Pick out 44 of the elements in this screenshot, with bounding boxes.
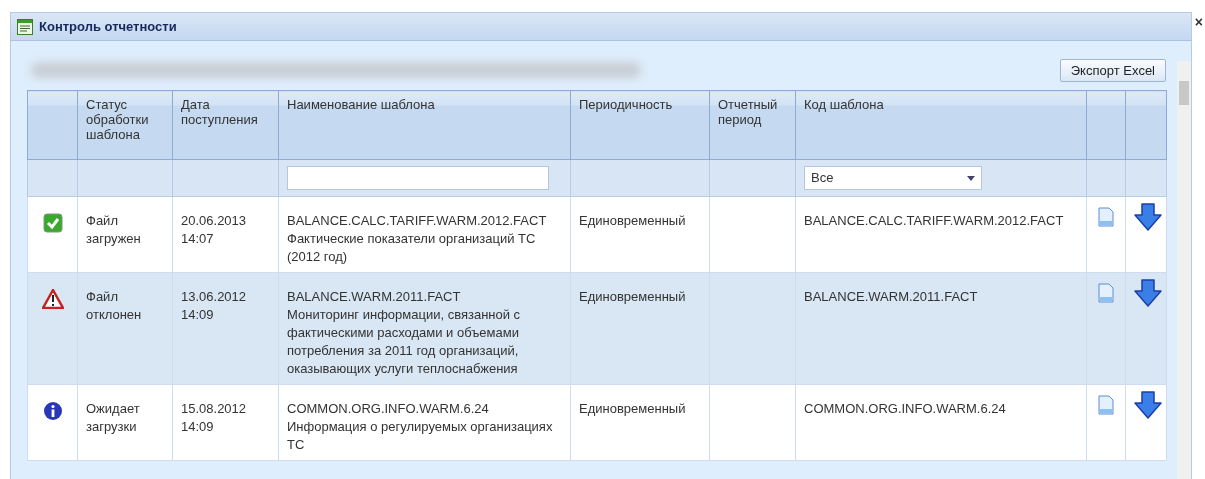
document-icon[interactable]: [1098, 207, 1114, 227]
table-cell: BALANCE.WARM.2011.FACT Мониторинг информации, связанной с фактическими расходами и объемами потребления за 2011 год организаций, оказывающих услуги теплоснабжения: [278, 272, 571, 385]
download-arrow-icon[interactable]: [1134, 391, 1162, 419]
column-header[interactable]: Периодичность: [570, 90, 710, 160]
document-icon[interactable]: [1098, 283, 1114, 303]
column-header[interactable]: Код шаблона: [795, 90, 1087, 160]
column-header[interactable]: Наименование шаблона: [278, 90, 571, 160]
caret-icon: [967, 175, 975, 181]
info-icon: [42, 401, 63, 421]
document-icon[interactable]: [1098, 395, 1114, 415]
name-filter-field[interactable]: [287, 166, 549, 190]
table-cell: Файл загружен: [77, 196, 173, 273]
table-cell: BALANCE.CALC.TARIFF.WARM.2012.FACT Фактические показатели организаций ТС (2012 год): [278, 196, 571, 273]
column-header: [1125, 90, 1167, 160]
warning-icon: [41, 289, 64, 309]
column-header[interactable]: Отчетный период: [709, 90, 796, 160]
table-cell: 15.08.2012 14:09: [172, 384, 279, 461]
table-cell: 13.06.2012 14:09: [172, 272, 279, 385]
export-button[interactable]: Экспорт Excel: [1059, 58, 1166, 82]
scrollbar[interactable]: [1177, 61, 1191, 479]
column-header: [1086, 90, 1126, 160]
table-cell: Единовременный: [570, 272, 710, 385]
table-cell: Единовременный: [570, 196, 710, 273]
table-cell: BALANCE.WARM.2011.FACT: [795, 272, 1087, 385]
table-cell: COMMON.ORG.INFO.WARM.6.24: [795, 384, 1087, 461]
table-row[interactable]: Ожидает загрузки 15.08.2012 14:09 COMMON.ORG.INFO.WARM.6.24 Информация о регулируемых организациях ТС Единовременный COMMON.ORG.INFO.WARM.6.24: [27, 384, 1167, 461]
table-row[interactable]: Файл загружен 20.06.2013 14:07 BALANCE.CALC.TARIFF.WARM.2012.FACT Фактические показатели организаций ТС (2012 год) Единовременный BALANCE.CALC.TARIFF.WARM.2012.FACT: [27, 196, 1167, 273]
table-row[interactable]: [27, 272, 1167, 385]
window-title: Контроль отчетности: [39, 19, 177, 34]
column-header[interactable]: Дата поступления: [172, 90, 279, 160]
table-cell: COMMON.ORG.INFO.WARM.6.24 Информация о регулируемых организациях ТС: [278, 384, 571, 461]
table-cell: Ожидает загрузки: [77, 384, 173, 461]
column-header: [27, 90, 78, 160]
table-cell: 20.06.2013 14:07: [172, 196, 279, 273]
close-button[interactable]: ×: [1194, 14, 1203, 30]
table-cell: Файл отклонен: [77, 272, 173, 385]
download-arrow-icon[interactable]: [1134, 203, 1162, 231]
window-list-icon: [17, 18, 33, 35]
table-cell: Единовременный: [570, 384, 710, 461]
column-header[interactable]: Статус обработки шаблона: [77, 90, 173, 160]
download-arrow-icon[interactable]: [1134, 279, 1162, 307]
checkmark-icon: [42, 213, 63, 233]
table-cell: BALANCE.CALC.TARIFF.WARM.2012.FACT: [795, 196, 1087, 273]
code-filter-dropdown[interactable]: Все: [804, 166, 982, 190]
